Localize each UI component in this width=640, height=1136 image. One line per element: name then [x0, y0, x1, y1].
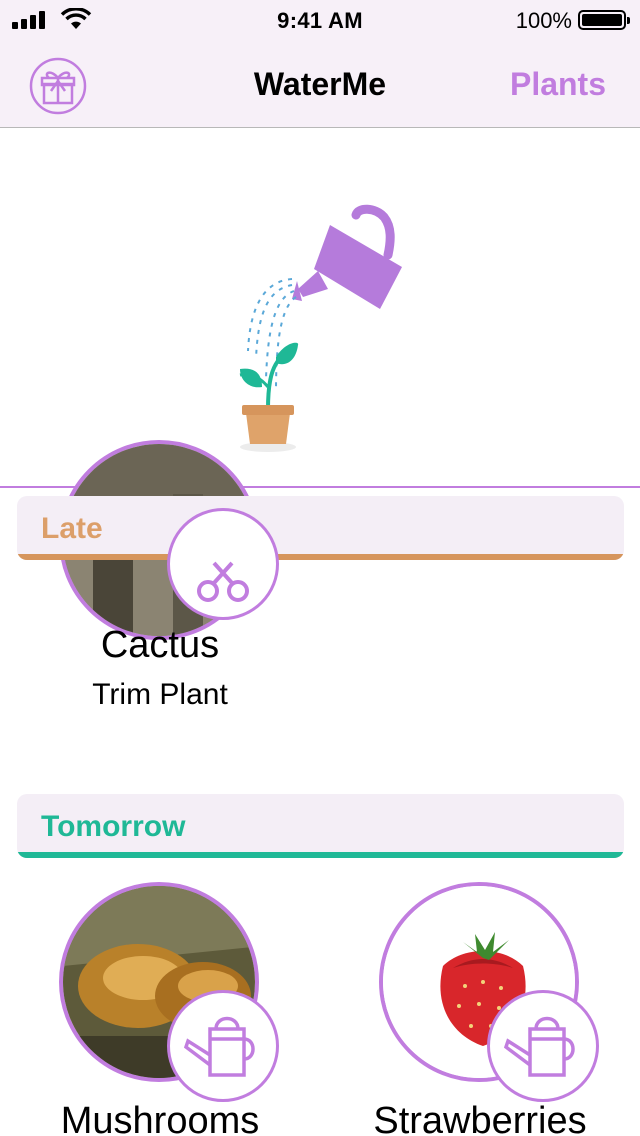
battery-icon: [578, 10, 630, 30]
watering-can-icon: [183, 1016, 255, 1077]
plant-name: Strawberries: [373, 1100, 587, 1136]
trim-badge: [167, 508, 279, 620]
section-title: Tomorrow: [41, 810, 186, 843]
section-title: Late: [41, 512, 103, 545]
battery-percentage: 100%: [515, 8, 572, 33]
water-badge: [167, 990, 279, 1102]
plant-cell-strawberries[interactable]: Strawberries: [335, 882, 625, 1136]
watering-can-illustration: [239, 204, 402, 452]
plant-name: Mushrooms: [60, 1100, 260, 1136]
navigation-bar: 9:41 AM 100% WaterMe Plants: [0, 0, 640, 128]
section-header-tomorrow: Tomorrow: [17, 794, 624, 858]
plant-cell-mushrooms[interactable]: Mushrooms: [15, 882, 305, 1136]
section-underline: [17, 554, 624, 560]
plant-name: Cactus: [100, 624, 220, 666]
plant-task: Trim Plant: [92, 678, 228, 711]
scissors-icon: [197, 561, 249, 602]
section-underline: [17, 852, 624, 858]
plants-button[interactable]: Plants: [510, 66, 606, 103]
watering-can-icon: [503, 1016, 575, 1077]
water-badge: [487, 990, 599, 1102]
section-header-late: Late: [17, 496, 624, 560]
status-bar: 9:41 AM 100%: [0, 0, 640, 40]
watering-illustration: [0, 129, 640, 487]
